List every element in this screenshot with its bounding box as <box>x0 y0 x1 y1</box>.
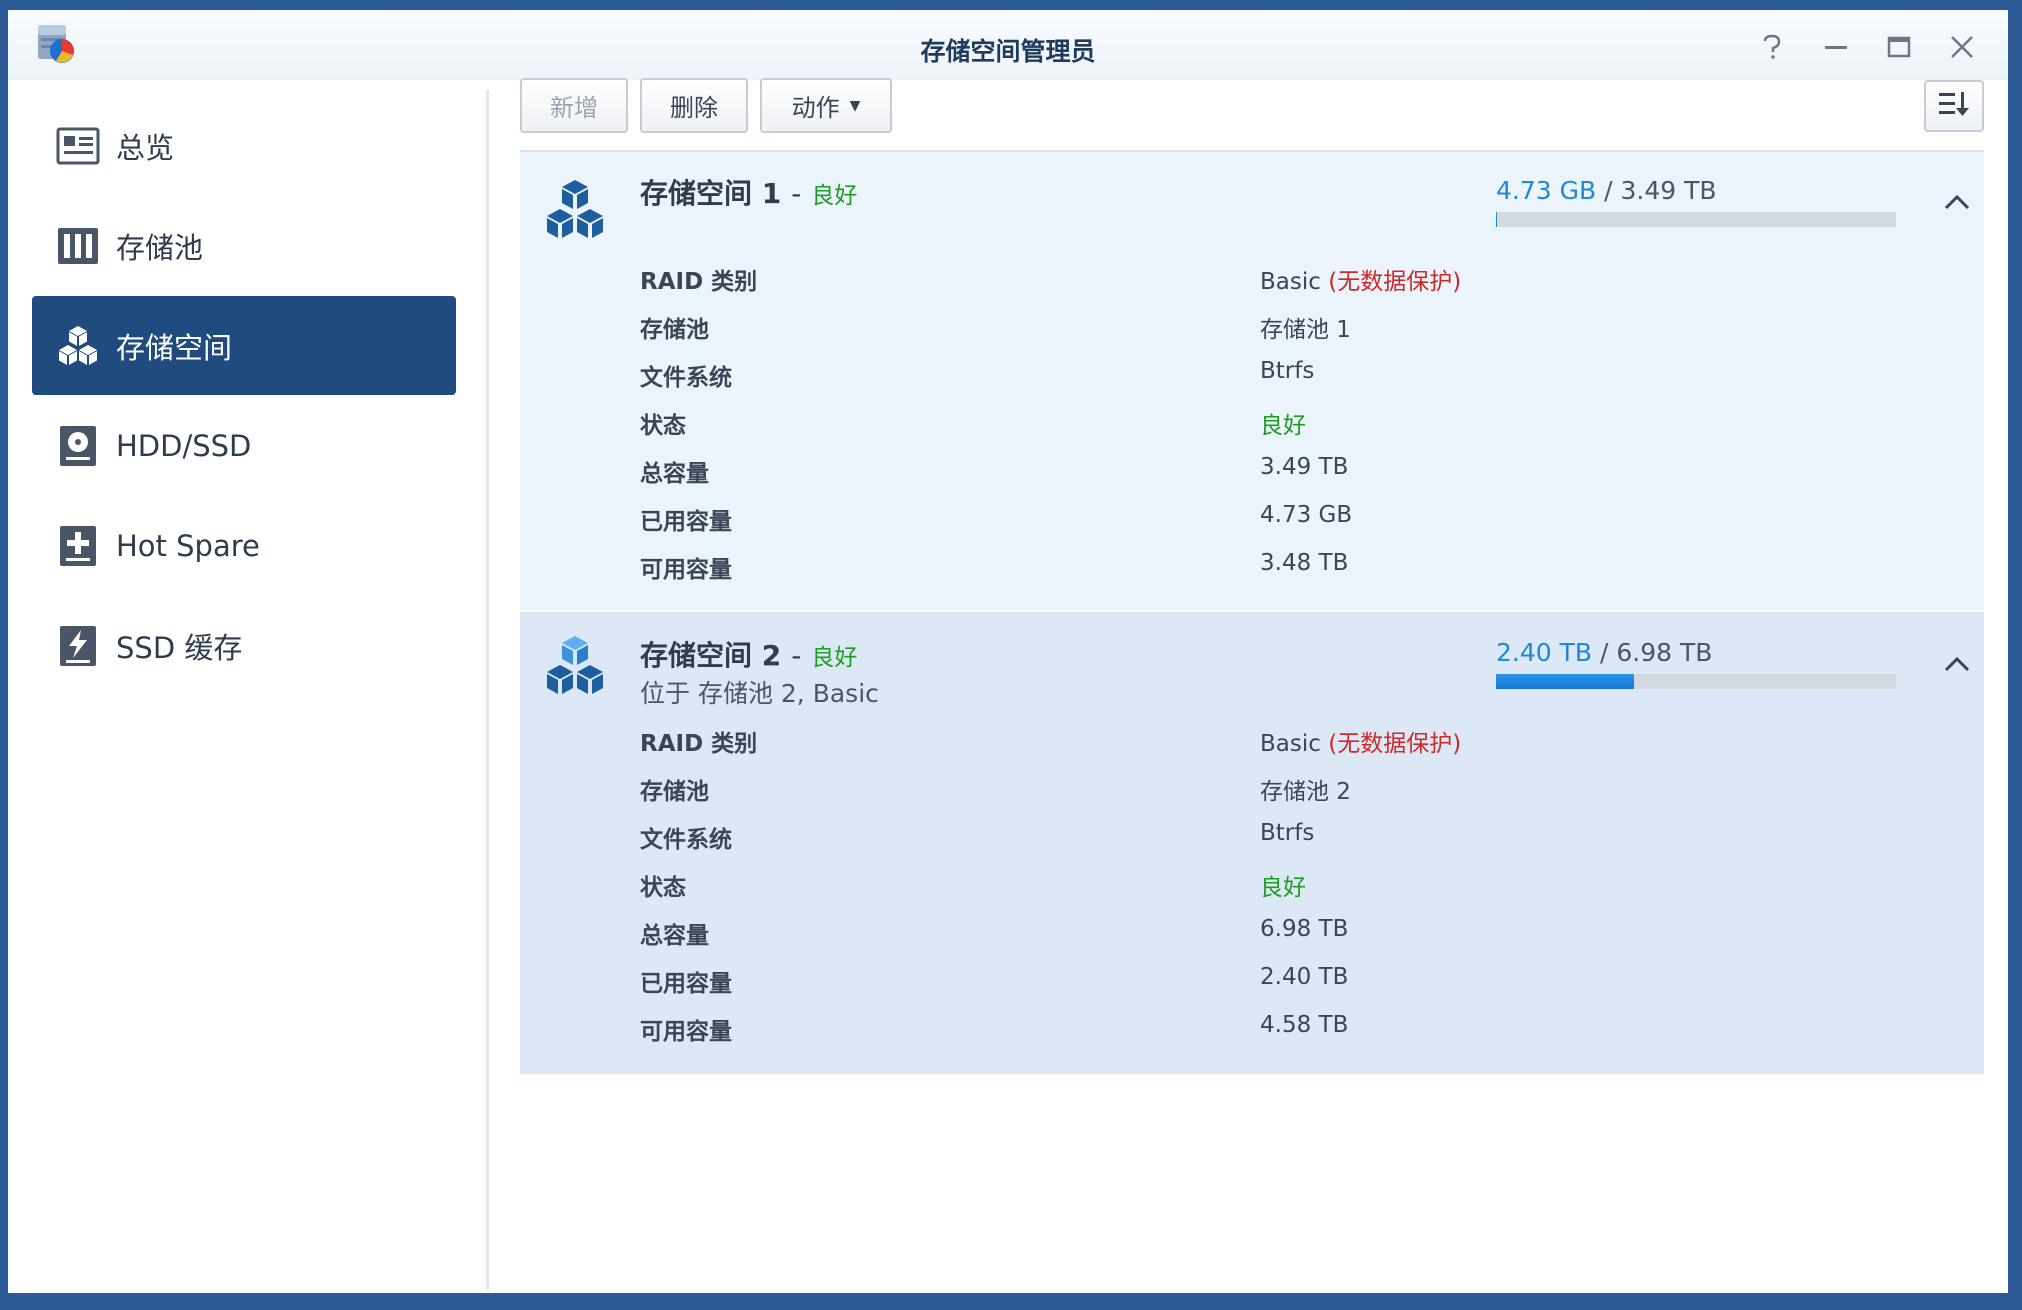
sidebar-item-storage-pool[interactable]: 存储池 <box>32 196 456 295</box>
file-system-value: Btrfs <box>1260 820 1315 846</box>
used-capacity-value: 2.40 TB <box>1260 964 1349 990</box>
sidebar-item-volume[interactable]: 存储空间 <box>32 296 456 395</box>
usage-summary: 2.40 TB / 6.98 TB <box>1496 638 1713 667</box>
free-capacity-value: 4.58 TB <box>1260 1012 1349 1038</box>
minimize-icon[interactable] <box>1821 32 1851 62</box>
file-system-value: Btrfs <box>1260 358 1315 384</box>
usage-used: 4.73 GB <box>1496 176 1597 205</box>
sidebar-item-label: HDD/SSD <box>116 428 252 463</box>
help-icon[interactable] <box>1757 32 1787 62</box>
usage-bar-fill <box>1496 212 1497 227</box>
usage-bar-fill <box>1496 674 1634 689</box>
volume-title: 存储空间 1- 良好 <box>640 177 858 210</box>
raid-type-label: RAID 类别 <box>640 269 758 295</box>
status-label: 状态 <box>640 413 686 439</box>
volume-name: 存储空间 1 <box>640 177 782 210</box>
volume-title: 存储空间 2- 良好 <box>640 639 858 672</box>
caret-down-icon: ▼ <box>849 97 861 114</box>
storage-pool-icon <box>56 224 100 268</box>
sidebar-item-hdd-ssd[interactable]: HDD/SSD <box>32 396 456 495</box>
usage-total: 3.49 TB <box>1620 176 1717 205</box>
raid-type-label: RAID 类别 <box>640 731 758 757</box>
sort-icon <box>1937 89 1971 123</box>
sidebar-item-ssd-cache[interactable]: SSD 缓存 <box>32 596 456 695</box>
usage-bar <box>1496 674 1896 689</box>
volume-panel-1[interactable]: 存储空间 1- 良好 4.73 GB / 3.49 TB RAID 类别 Basi… <box>520 150 1984 610</box>
hot-spare-plus-icon <box>56 524 100 568</box>
volume-name: 存储空间 2 <box>640 639 782 672</box>
sidebar-item-label: 总览 <box>116 130 175 165</box>
total-capacity-label: 总容量 <box>640 461 709 487</box>
status-value: 良好 <box>1260 875 1306 901</box>
sidebar-item-label: 存储空间 <box>116 330 233 365</box>
usage-bar <box>1496 212 1896 227</box>
action-button-label: 动作 <box>791 94 840 122</box>
delete-button[interactable]: 删除 <box>640 78 748 133</box>
volume-panel-2[interactable]: 存储空间 2- 良好 位于 存储池 2, Basic 2.40 TB / 6.98… <box>520 612 1984 1074</box>
collapse-chevron-up-icon[interactable] <box>1942 652 1972 676</box>
storage-pool-label: 存储池 <box>640 317 709 343</box>
total-capacity-value: 6.98 TB <box>1260 916 1349 942</box>
sidebar: 总览 存储池 存储空间 HDD/SSD Hot Spare SSD 缓存 <box>8 80 486 1293</box>
used-capacity-label: 已用容量 <box>640 971 732 997</box>
window-title: 存储空间管理员 <box>920 37 1096 66</box>
file-system-label: 文件系统 <box>640 827 732 853</box>
volume-subtitle: 位于 存储池 2, Basic <box>640 679 879 708</box>
no-protection-warning: (无数据保护) <box>1328 731 1462 757</box>
file-system-label: 文件系统 <box>640 365 732 391</box>
usage-summary: 4.73 GB / 3.49 TB <box>1496 176 1717 205</box>
storage-manager-window: 存储空间管理员 总览 存储池 存储空间 HDD/SSD Hot Spare SS… <box>8 10 2008 1293</box>
no-protection-warning: (无数据保护) <box>1328 269 1462 295</box>
volume-cubes-icon <box>56 324 100 368</box>
volume-cubes-icon <box>542 178 608 244</box>
usage-total: 6.98 TB <box>1616 638 1713 667</box>
storage-pool-value: 存储池 1 <box>1260 317 1351 343</box>
volume-cubes-icon <box>542 634 608 700</box>
status-label: 状态 <box>640 875 686 901</box>
overview-icon <box>56 124 100 168</box>
usage-used: 2.40 TB <box>1496 638 1593 667</box>
new-button[interactable]: 新增 <box>520 78 628 133</box>
sidebar-item-hot-spare[interactable]: Hot Spare <box>32 496 456 595</box>
ssd-cache-lightning-icon <box>56 624 100 668</box>
sidebar-item-label: 存储池 <box>116 230 204 265</box>
close-icon[interactable] <box>1947 32 1977 62</box>
status-value: 良好 <box>1260 413 1306 439</box>
sidebar-item-label: Hot Spare <box>116 528 260 563</box>
free-capacity-value: 3.48 TB <box>1260 550 1349 576</box>
volume-status: 良好 <box>811 645 858 671</box>
maximize-icon[interactable] <box>1884 32 1914 62</box>
free-capacity-label: 可用容量 <box>640 1019 732 1045</box>
storage-pool-label: 存储池 <box>640 779 709 805</box>
used-capacity-value: 4.73 GB <box>1260 502 1353 528</box>
collapse-chevron-up-icon[interactable] <box>1942 190 1972 214</box>
raid-type-value: Basic (无数据保护) <box>1260 269 1462 295</box>
free-capacity-label: 可用容量 <box>640 557 732 583</box>
used-capacity-label: 已用容量 <box>640 509 732 535</box>
sidebar-divider <box>486 90 489 1290</box>
sort-button[interactable] <box>1924 80 1984 132</box>
sidebar-item-label: SSD 缓存 <box>116 630 243 665</box>
title-bar: 存储空间管理员 <box>8 10 2008 80</box>
total-capacity-label: 总容量 <box>640 923 709 949</box>
storage-pool-value: 存储池 2 <box>1260 779 1351 805</box>
total-capacity-value: 3.49 TB <box>1260 454 1349 480</box>
sidebar-item-overview[interactable]: 总览 <box>32 96 456 195</box>
raid-type-value: Basic (无数据保护) <box>1260 731 1462 757</box>
disk-icon <box>56 424 100 468</box>
action-dropdown-button[interactable]: 动作 ▼ <box>760 78 892 133</box>
volume-status: 良好 <box>811 183 858 209</box>
